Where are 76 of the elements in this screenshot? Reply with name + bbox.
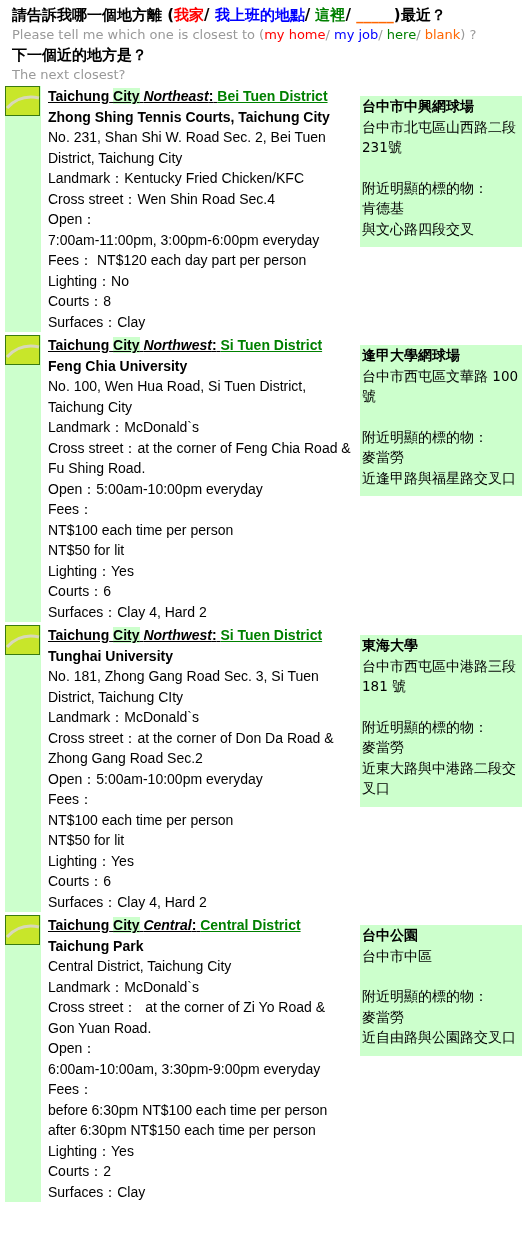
place-detail: Open：5:00am-10:00pm everyday: [48, 479, 264, 499]
zh-place-name: 台中公園: [362, 926, 419, 945]
place-detail: Lighting：Yes: [48, 851, 135, 871]
zh-address: 台中市西屯區文華路 100號: [362, 366, 520, 406]
place-detail: Courts：6: [48, 582, 113, 601]
place-detail: Landmark：McDonald`s: [48, 418, 200, 437]
zh-detail: 附近明顯的標的物：: [362, 427, 489, 447]
place-detail: No. 100, Wen Hua Road, Si Tuen District, Taichung City: [48, 377, 308, 417]
question-zh: 請告訴我哪一個地方離 (我家/ 我上班的地點/ 這裡/ _____)最近？: [12, 5, 447, 26]
place-detail: Open：5:00am-10:00pm everyday: [48, 769, 264, 789]
place-detail: No. 181, Zhong Gang Road Sec. 3, Si Tuen District, Taichung CIty: [48, 667, 320, 707]
place-detail: NT$100 each time per person: [48, 520, 235, 540]
place-detail: Courts：8: [48, 292, 113, 311]
place-detail: Cross street：Wen Shin Road Sec.4: [48, 189, 276, 209]
next-question-zh: 下一個近的地方是？: [12, 45, 148, 66]
place-detail: Fees： NT$120 each day part per person: [48, 251, 308, 270]
place-name: Zhong Shing Tennis Courts, Taichung City: [48, 107, 331, 127]
zh-place-name: 逢甲大學網球場: [362, 346, 461, 365]
place-detail: Open：: [48, 1039, 98, 1058]
zh-detail: 附近明顯的標的物：: [362, 717, 489, 737]
place-detail: Open：: [48, 210, 98, 229]
place-detail: Cross street：at the corner of Feng Chia Road & Fu Shing Road.: [48, 438, 352, 478]
next-question-en: The next closest?: [12, 66, 127, 84]
place-detail: Surfaces：Clay 4, Hard 2: [48, 602, 208, 622]
place-detail: after 6:30pm NT$150 each time per person: [48, 1121, 317, 1140]
place-detail: Landmark：McDonald`s: [48, 977, 200, 997]
place-detail: Lighting：Yes: [48, 561, 135, 581]
zh-detail: 近東大路與中港路二段交叉口: [362, 758, 517, 798]
place-heading: Taichung City Northwest: Si Tuen District: [48, 336, 324, 355]
place-detail: Landmark：McDonald`s: [48, 708, 200, 727]
zh-detail: 肯德基: [362, 199, 405, 218]
place-detail: 7:00am-11:00pm, 3:00pm-6:00pm everyday: [48, 230, 321, 250]
zh-place-name: 台中市中興網球場: [362, 97, 475, 116]
place-detail: Fees：: [48, 790, 95, 809]
place-detail: NT$50 for lit: [48, 831, 126, 850]
place-detail: Cross street：at the corner of Don Da Road & Zhong Gang Road Sec.2: [48, 728, 335, 768]
place-heading: Taichung City Central: Central District: [48, 916, 302, 935]
zh-address: 台中市西屯區中港路三段 181 號: [362, 656, 517, 696]
question-en: Please tell me which one is closest to (my home/ my job/ here/ blank) ?: [12, 26, 478, 44]
place-detail: 6:00am-10:00am, 3:30pm-9:00pm everyday: [48, 1059, 322, 1079]
place-detail: Central District, Taichung City: [48, 957, 233, 976]
place-name: Tunghai University: [48, 646, 174, 666]
place-detail: before 6:30pm NT$100 each time per person: [48, 1100, 329, 1120]
zh-detail: 近逢甲路與福星路交叉口: [362, 468, 517, 488]
place-heading: Taichung City Northwest: Si Tuen District: [48, 626, 324, 645]
place-detail: No. 231, Shan Shi W. Road Sec. 2, Bei Tuen District, Taichung City: [48, 128, 327, 168]
district-link[interactable]: Central District: [200, 917, 301, 933]
place-detail: Cross street： at the corner of Zi Yo Road & Gon Yuan Road.: [48, 998, 327, 1038]
place-detail: Surfaces：Clay 4, Hard 2: [48, 892, 208, 912]
place-detail: NT$100 each time per person: [48, 810, 235, 830]
place-detail: Lighting：Yes: [48, 1141, 135, 1161]
place-heading: Taichung City Northeast: Bei Tuen District: [48, 87, 329, 106]
zh-detail: 麥當勞: [362, 448, 405, 467]
zh-detail: 近自由路與公園路交叉口: [362, 1028, 517, 1047]
zh-detail: 附近明顯的標的物：: [362, 178, 489, 198]
place-detail: Surfaces：Clay: [48, 312, 147, 332]
district-link[interactable]: Si Tuen District: [220, 337, 323, 353]
zh-detail: 麥當勞: [362, 1007, 405, 1027]
place-detail: Surfaces：Clay: [48, 1182, 147, 1202]
zh-address: 台中市中區: [362, 946, 433, 966]
place-detail: Landmark：Kentucky Fried Chicken/KFC: [48, 169, 305, 188]
district-link[interactable]: Si Tuen District: [220, 627, 323, 643]
place-detail: Fees：: [48, 500, 95, 519]
place-name: Feng Chia University: [48, 356, 189, 376]
place-detail: NT$50 for lit: [48, 541, 126, 560]
place-detail: Courts：6: [48, 872, 113, 891]
place-detail: Fees：: [48, 1080, 95, 1099]
zh-detail: 與文心路四段交叉: [362, 219, 475, 239]
zh-detail: 附近明顯的標的物：: [362, 987, 489, 1006]
place-detail: Courts：2: [48, 1162, 113, 1181]
place-name: Taichung Park: [48, 936, 145, 956]
district-link[interactable]: Bei Tuen District: [217, 88, 328, 104]
place-detail: Lighting：No: [48, 271, 130, 291]
zh-place-name: 東海大學: [362, 636, 419, 655]
zh-detail: 麥當勞: [362, 738, 405, 757]
zh-address: 台中市北屯區山西路二段 231號: [362, 117, 517, 157]
